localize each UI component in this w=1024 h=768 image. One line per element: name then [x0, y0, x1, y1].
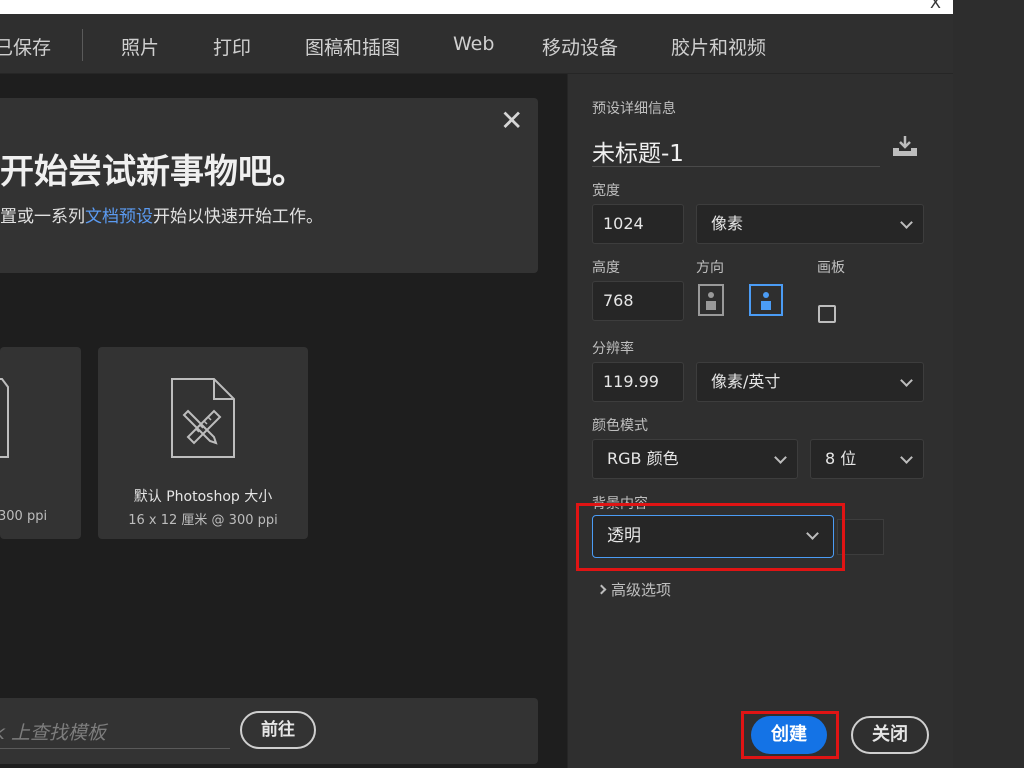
tab-print[interactable]: 打印	[213, 33, 251, 60]
tab-divider	[82, 29, 83, 61]
preset-meta: 300 ppi	[0, 509, 48, 524]
color-mode-label: 颜色模式	[592, 418, 648, 434]
preset-details-panel: 预设详细信息 未标题-1 宽度 1024 像素 高度 方向 画板 768 分辨率…	[567, 74, 953, 768]
document-presets-link[interactable]: 文档预设	[85, 207, 153, 227]
resolution-unit-select[interactable]: 像素/英寸	[696, 362, 924, 402]
window-close-icon[interactable]: X	[930, 0, 941, 12]
save-preset-icon[interactable]	[891, 134, 919, 158]
width-label: 宽度	[592, 183, 620, 199]
welcome-banner: ✕ 开始尝试新事物吧。 置或一系列文档预设开始以快速开始工作。	[0, 98, 538, 273]
template-search-input[interactable]: k 上查找模板	[0, 718, 106, 745]
preset-name: 默认 Photoshop 大小	[133, 489, 273, 505]
window-titlebar: X	[0, 0, 953, 14]
color-mode-select[interactable]: RGB 颜色	[592, 439, 798, 479]
resolution-input[interactable]: 119.99	[592, 362, 684, 402]
search-underline	[0, 748, 230, 749]
document-ruler-pencil-icon	[171, 378, 235, 458]
artboard-label: 画板	[817, 260, 845, 276]
artboard-checkbox[interactable]	[818, 305, 836, 323]
orientation-landscape-button[interactable]	[749, 284, 783, 316]
width-unit-select[interactable]: 像素	[696, 204, 924, 244]
template-search-bar: k 上查找模板 前往	[0, 698, 538, 764]
tab-film-video[interactable]: 胶片和视频	[671, 33, 766, 60]
chevron-down-icon	[900, 451, 913, 464]
banner-close-icon[interactable]: ✕	[500, 104, 523, 137]
preset-tab-bar: 已保存 照片 打印 图稿和插图 Web 移动设备 胶片和视频	[0, 14, 953, 74]
tab-art-illustration[interactable]: 图稿和插图	[305, 33, 400, 60]
landscape-icon	[761, 292, 771, 310]
document-icon	[0, 378, 9, 458]
highlight-box-create	[741, 711, 839, 759]
advanced-options-toggle[interactable]: 高级选项	[596, 579, 671, 600]
height-input[interactable]: 768	[592, 281, 684, 321]
highlight-box-background	[576, 503, 845, 571]
preset-card-partial[interactable]: 300 ppi	[0, 347, 81, 539]
portrait-icon	[698, 284, 724, 316]
bit-depth-select[interactable]: 8 位	[810, 439, 924, 479]
tab-saved[interactable]: 已保存	[0, 33, 51, 60]
tab-mobile[interactable]: 移动设备	[542, 33, 618, 60]
document-name-underline	[592, 166, 880, 167]
chevron-down-icon	[900, 216, 913, 229]
width-input[interactable]: 1024	[592, 204, 684, 244]
presets-panel: ✕ 开始尝试新事物吧。 置或一系列文档预设开始以快速开始工作。 300 ppi …	[0, 74, 567, 768]
new-document-dialog: 已保存 照片 打印 图稿和插图 Web 移动设备 胶片和视频 ✕ 开始尝试新事物…	[0, 14, 953, 768]
height-label: 高度	[592, 260, 620, 276]
banner-headline: 开始尝试新事物吧。	[0, 152, 306, 192]
go-button[interactable]: 前往	[240, 711, 316, 749]
close-button[interactable]: 关闭	[851, 716, 929, 754]
resolution-label: 分辨率	[592, 341, 634, 357]
chevron-right-icon	[596, 584, 607, 595]
document-name-input[interactable]: 未标题-1	[592, 134, 684, 168]
chevron-down-icon	[774, 451, 787, 464]
background-outside-dialog	[953, 0, 1024, 768]
preset-meta: 16 x 12 厘米 @ 300 ppi	[128, 513, 278, 528]
orientation-label: 方向	[696, 260, 724, 276]
tab-photo[interactable]: 照片	[121, 33, 159, 60]
preset-details-title: 预设详细信息	[592, 101, 676, 117]
tab-web[interactable]: Web	[453, 33, 494, 55]
preset-card-default-photoshop[interactable]: 默认 Photoshop 大小 16 x 12 厘米 @ 300 ppi	[98, 347, 308, 539]
orientation-portrait-button[interactable]	[696, 284, 730, 316]
chevron-down-icon	[900, 374, 913, 387]
banner-subtext: 置或一系列文档预设开始以快速开始工作。	[0, 207, 323, 227]
